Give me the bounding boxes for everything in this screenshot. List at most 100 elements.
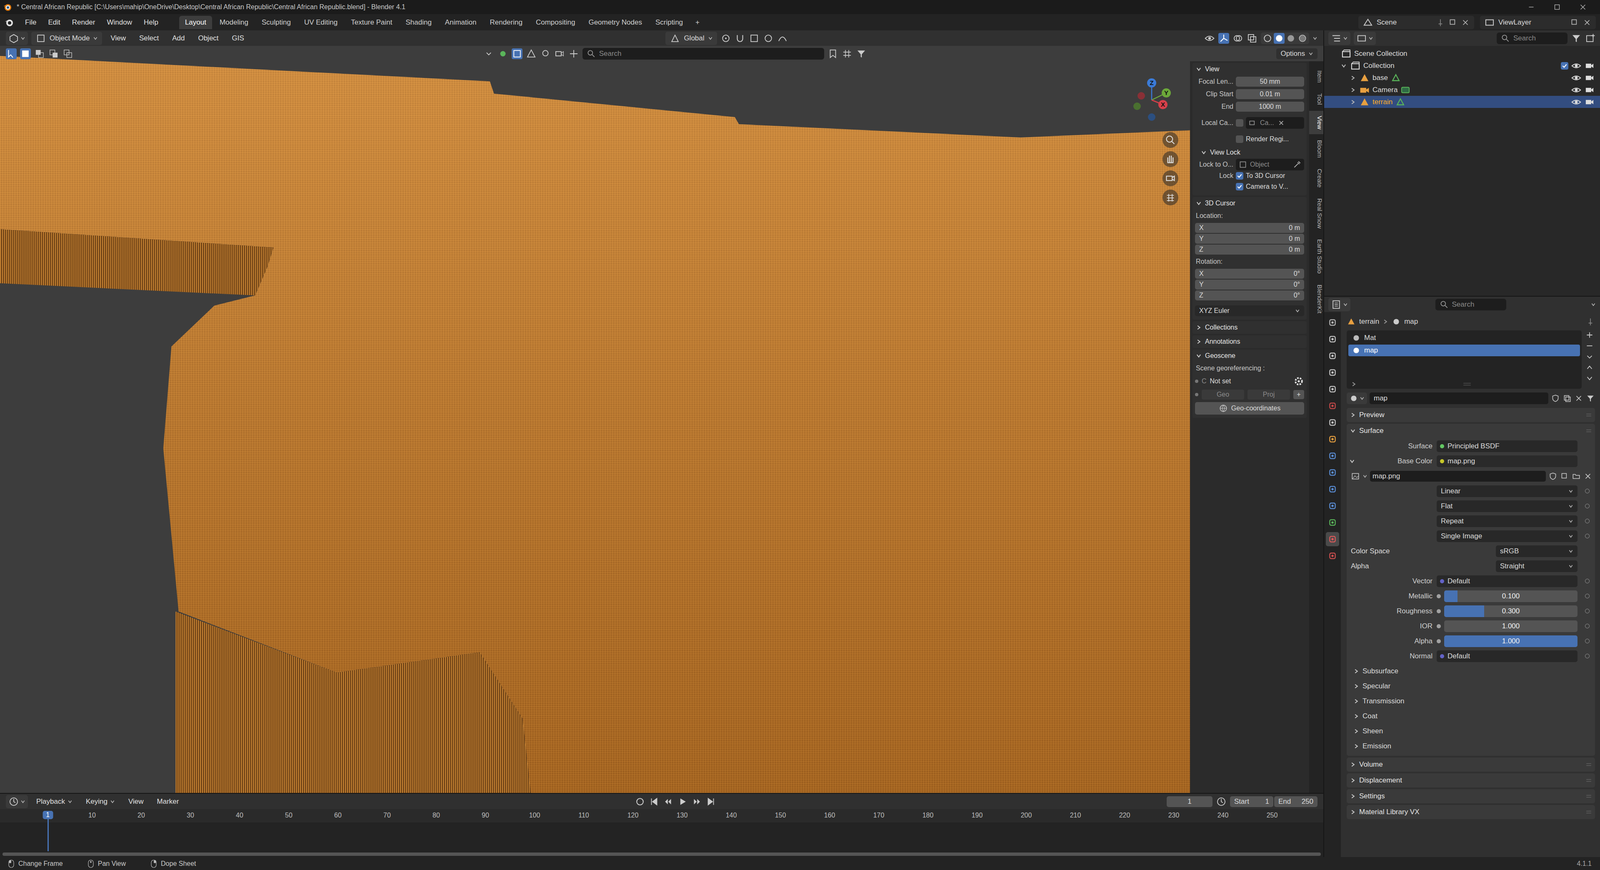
editor-type-dropdown[interactable] (1328, 297, 1351, 312)
section-header[interactable]: View (1192, 62, 1307, 76)
keyframe-dot[interactable] (1585, 578, 1590, 584)
properties-tab[interactable] (1325, 482, 1340, 497)
keyframe-dot[interactable] (1585, 488, 1590, 494)
material-slot[interactable]: Mat (1348, 332, 1580, 344)
mode-dropdown[interactable]: Object Mode (31, 31, 103, 45)
viewport-menu-item[interactable]: Object (192, 32, 224, 45)
sidebar-tab[interactable]: Bloom (1309, 135, 1324, 163)
3d-viewport[interactable]: Object ModeViewSelectAddObjectGISGlobalS… (0, 30, 1324, 793)
workspace-tab[interactable]: Compositing (530, 15, 582, 30)
pivot-icon[interactable] (720, 32, 732, 44)
base-color-field[interactable]: map.png (1436, 455, 1578, 468)
properties-tab[interactable] (1325, 332, 1340, 347)
checkbox[interactable] (1235, 135, 1244, 143)
workspace-tab[interactable]: Rendering (483, 15, 528, 30)
add-slot-icon[interactable] (1585, 330, 1595, 340)
eyedropper-icon[interactable] (1292, 160, 1302, 170)
camera-filter-icon[interactable] (554, 48, 565, 60)
rotation-field[interactable]: Y0° (1195, 279, 1305, 290)
keyframe-dot[interactable] (1585, 623, 1590, 629)
unlink-icon[interactable] (1574, 393, 1584, 403)
link-filter-icon[interactable] (1585, 393, 1595, 403)
jump-end-icon[interactable] (705, 796, 717, 808)
outliner-row[interactable]: terrain (1324, 95, 1600, 108)
chevron-icon[interactable] (1350, 381, 1357, 388)
properties-tab[interactable] (1325, 398, 1340, 413)
checkbox[interactable] (1235, 172, 1244, 180)
resize-grip-icon[interactable] (1462, 382, 1472, 387)
properties-search-field[interactable]: Search (1435, 298, 1507, 311)
select-extend-icon[interactable] (34, 48, 45, 60)
outliner-row[interactable]: Scene Collection (1324, 47, 1600, 60)
chevron-down-icon[interactable] (1362, 473, 1368, 479)
image-icon[interactable] (1350, 471, 1360, 481)
viewport-menu-item[interactable]: Select (134, 32, 164, 45)
input-link-field[interactable]: Default (1436, 575, 1578, 588)
workspace-tab[interactable]: Sculpting (255, 15, 297, 30)
number-field[interactable]: 0.01 m (1235, 89, 1305, 100)
mesh-filter-icon[interactable] (525, 48, 537, 60)
menu-item[interactable]: Help (138, 16, 164, 29)
image-option-dropdown[interactable]: Repeat (1436, 515, 1578, 528)
panel-header[interactable]: Settings (1346, 789, 1595, 804)
exclude-checkbox[interactable] (1560, 62, 1569, 70)
workspace-tab[interactable]: Layout (179, 15, 213, 30)
image-option-dropdown[interactable]: Linear (1436, 485, 1578, 498)
geo-coordinates-button[interactable]: Geo-coordinates (1195, 402, 1305, 415)
light-filter-icon[interactable] (540, 48, 551, 60)
proj-button[interactable]: Proj (1247, 389, 1290, 400)
wireframe-shading-icon[interactable] (1262, 32, 1273, 44)
value-slider[interactable]: 1.000 (1444, 620, 1578, 633)
visibility-icon[interactable] (1204, 32, 1215, 44)
input-link-field[interactable]: Default (1436, 650, 1578, 663)
sidebar-tab[interactable]: Tool (1309, 88, 1324, 110)
copy-icon[interactable] (1570, 17, 1580, 28)
number-field[interactable]: 50 mm (1235, 76, 1305, 87)
subpanel-header[interactable]: Specular (1349, 678, 1593, 694)
expand-toggle[interactable] (1350, 75, 1357, 81)
timeline-track[interactable]: 1020304050607080901001101201301401501601… (0, 809, 1324, 858)
editor-type-dropdown[interactable] (5, 31, 28, 45)
select-new-icon[interactable] (20, 48, 31, 60)
camera-view-icon[interactable] (1162, 170, 1179, 187)
keyframe-dot[interactable] (1585, 503, 1590, 509)
viewport-menu-item[interactable]: View (105, 32, 131, 45)
checkbox[interactable] (1235, 182, 1244, 191)
pan-hand-icon[interactable] (1162, 151, 1179, 168)
open-folder-icon[interactable] (1571, 471, 1581, 481)
filter-icon[interactable] (855, 48, 867, 60)
select-tool-icon[interactable] (5, 48, 17, 60)
expand-toggle[interactable] (1340, 62, 1348, 69)
outliner-row[interactable]: Camera (1324, 83, 1600, 96)
drag-handle-icon[interactable] (1585, 762, 1592, 767)
next-key-icon[interactable] (691, 796, 703, 808)
panel-header[interactable]: Preview (1346, 407, 1595, 423)
pin-icon[interactable] (1435, 17, 1445, 28)
grid-icon[interactable] (841, 48, 853, 60)
duplicate-icon[interactable] (1562, 393, 1572, 403)
properties-tab[interactable] (1325, 415, 1340, 430)
playhead-line[interactable] (47, 817, 49, 852)
add-workspace-button[interactable]: + (690, 16, 705, 29)
rendered-shading-icon[interactable] (1297, 32, 1308, 44)
maximize-icon[interactable] (1552, 2, 1562, 12)
close-icon[interactable] (1578, 2, 1588, 12)
rotation-mode-dropdown[interactable]: XYZ Euler (1195, 305, 1305, 317)
start-frame-field[interactable]: Start1 (1230, 796, 1274, 808)
value-slider[interactable]: 1.000 (1444, 635, 1578, 648)
value-slider[interactable]: 0.300 (1444, 605, 1578, 618)
ortho-grid-icon[interactable] (1162, 189, 1179, 206)
subpanel-header[interactable]: Transmission (1349, 693, 1593, 709)
properties-tab[interactable] (1325, 448, 1340, 463)
eye-open-icon[interactable] (1570, 60, 1582, 72)
subpanel-header[interactable]: Coat (1349, 708, 1593, 724)
keyframe-dot[interactable] (1585, 593, 1590, 599)
panel-header[interactable]: Material Library VX (1346, 805, 1595, 820)
zoom-icon[interactable] (1162, 132, 1179, 148)
unlink-icon[interactable] (1583, 471, 1593, 481)
subpanel-header[interactable]: Sheen (1349, 723, 1593, 739)
lock-option[interactable]: Camera to V... (1235, 182, 1305, 191)
clock-icon[interactable] (1215, 796, 1227, 808)
material-name-field[interactable]: map (1369, 392, 1549, 405)
menu-item[interactable]: Render (67, 16, 101, 29)
